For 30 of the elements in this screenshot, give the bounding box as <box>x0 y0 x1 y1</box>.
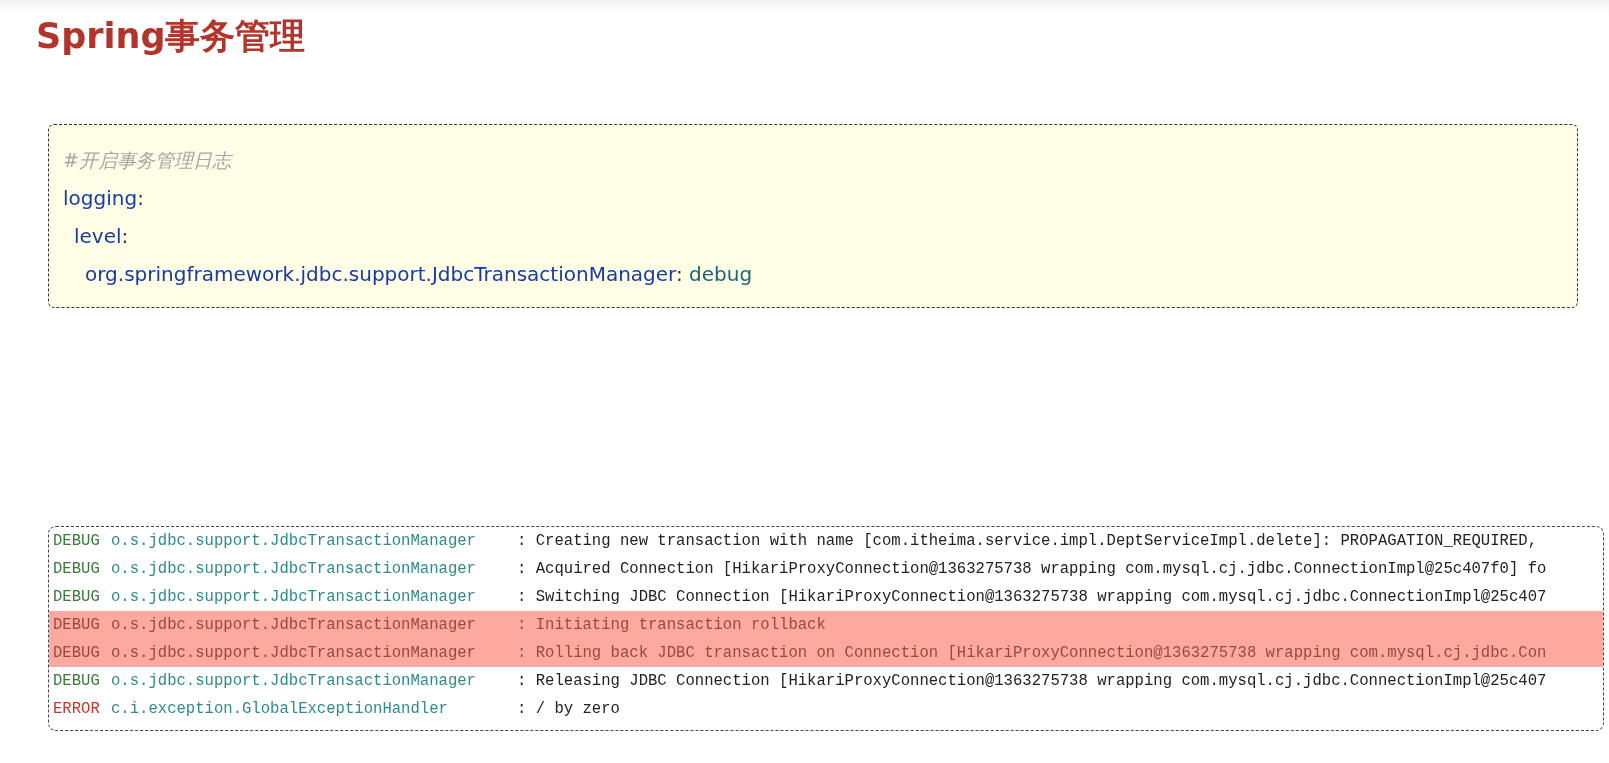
log-level: DEBUG <box>53 644 101 662</box>
logger-name: o.s.jdbc.support.JdbcTransactionManager <box>111 588 477 606</box>
slide-title: Spring事务管理 <box>35 15 307 58</box>
log-message: : Releasing JDBC Connection [HikariProxyConnection@1363275738 wrapping com.mysql.cj.jdbc.ConnectionImpl@25c407 <box>517 672 1547 690</box>
yaml-key: level <box>74 224 122 248</box>
yaml-colon: : <box>137 186 144 210</box>
logger-name: o.s.jdbc.support.JdbcTransactionManager <box>111 616 477 634</box>
yaml-colon: : <box>121 224 129 248</box>
yaml-value: debug <box>689 262 753 286</box>
logger-name: o.s.jdbc.support.JdbcTransactionManager <box>111 560 477 578</box>
log-message: : / by zero <box>517 700 620 718</box>
log-message: : Acquired Connection [HikariProxyConnection@1363275738 wrapping com.mysql.cj.jdbc.ConnectionImpl@25c407f0] fo <box>517 560 1547 578</box>
log-level: DEBUG <box>53 616 101 634</box>
log-message: : Initiating transaction rollback <box>517 616 826 634</box>
logger-name: c.i.exception.GlobalExceptionHandler <box>111 700 449 718</box>
log-level: ERROR <box>53 700 101 718</box>
yaml-key: org.springframework.jdbc.support.JdbcTransactionManager <box>85 262 676 286</box>
log-level: DEBUG <box>53 532 101 550</box>
log-level: DEBUG <box>53 672 101 690</box>
logger-name: o.s.jdbc.support.JdbcTransactionManager <box>111 532 477 550</box>
log-message: : Rolling back JDBC transaction on Connection [HikariProxyConnection@1363275738 wrapping com.mysql.cj.jdbc.Con <box>517 644 1547 662</box>
log-message: : Switching JDBC Connection [HikariProxyConnection@1363275738 wrapping com.mysql.cj.jdbc.ConnectionImpl@25c407 <box>517 588 1547 606</box>
log-message: : Creating new transaction with name [com.itheima.service.impl.DeptServiceImpl.delete]: PROPAGATION_REQUIRED, <box>517 532 1537 550</box>
logger-name: o.s.jdbc.support.JdbcTransactionManager <box>111 672 477 690</box>
yaml-colon: : <box>675 262 683 286</box>
logger-name: o.s.jdbc.support.JdbcTransactionManager <box>111 644 477 662</box>
log-level: DEBUG <box>53 560 101 578</box>
log-level: DEBUG <box>53 588 101 606</box>
yaml-comment: #开启事务管理日志 <box>63 148 234 173</box>
yaml-key: logging <box>63 186 138 210</box>
